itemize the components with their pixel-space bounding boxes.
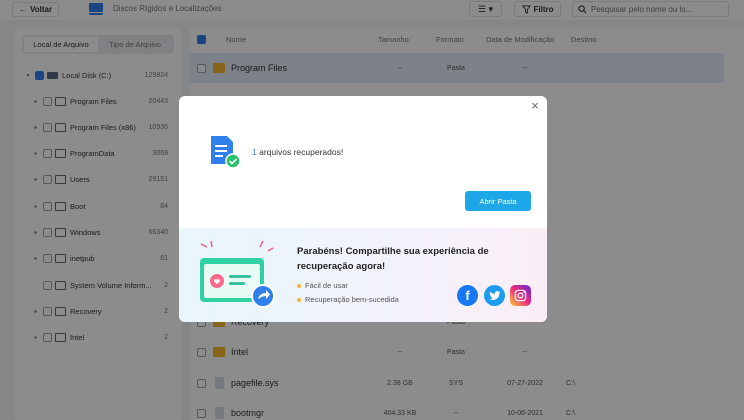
twitter-icon[interactable] (484, 285, 505, 306)
promo-title: Parabéns! Compartilhe sua experiência de… (297, 246, 489, 272)
share-promo-panel: Parabéns! Compartilhe sua experiência de… (179, 228, 547, 322)
promo-bullet-label: Fácil de usar (305, 281, 348, 290)
share-illustration-icon (200, 240, 275, 308)
promo-bullet-label: Recuperação bem-sucedida (305, 295, 399, 304)
recovered-message: arquivos recuperados! (256, 147, 344, 157)
open-folder-button[interactable]: Abrir Pasta (465, 191, 531, 211)
close-button[interactable]: × (529, 99, 541, 112)
success-message: 1 arquivos recuperados! (252, 147, 343, 157)
recovery-complete-dialog: × 1 arquivos recuperados! Abrir Pasta Pa… (179, 96, 547, 322)
promo-bullet: Recuperação bem-sucedida (297, 295, 399, 304)
instagram-icon[interactable] (510, 285, 531, 306)
document-check-icon (211, 136, 241, 169)
bullet-dot-icon (297, 283, 301, 288)
bullet-dot-icon (297, 297, 301, 302)
promo-bullet: Fácil de usar (297, 281, 348, 290)
facebook-icon[interactable]: f (457, 285, 478, 306)
